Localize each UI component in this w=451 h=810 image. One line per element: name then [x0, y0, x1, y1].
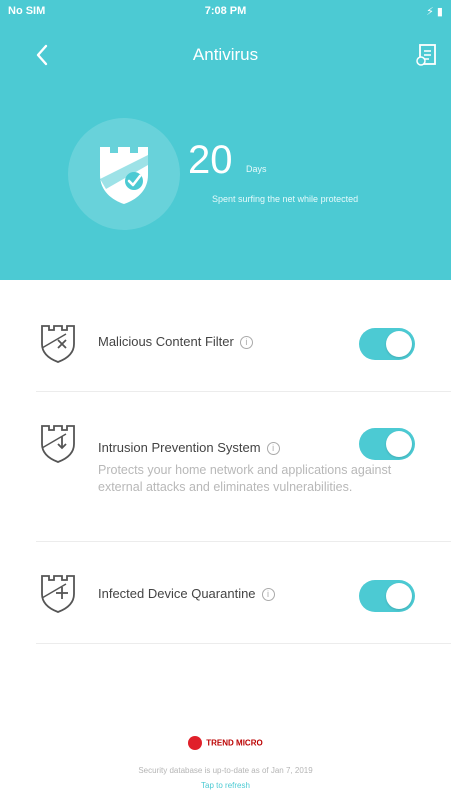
feature-label: Intrusion Prevention System: [98, 440, 261, 455]
feature-label: Malicious Content Filter: [98, 334, 234, 349]
protected-days-description: Spent surfing the net while protected: [212, 194, 359, 204]
protected-days-unit: Days: [246, 164, 267, 174]
feature-intrusion-prevention-system: Intrusion Prevention System i Protects yo…: [36, 420, 451, 530]
feature-malicious-content-filter: Malicious Content Filter i: [36, 318, 451, 368]
feature-label: Infected Device Quarantine: [98, 586, 256, 601]
divider: [36, 541, 451, 542]
toggle-intrusion-prevention-system[interactable]: [359, 428, 415, 460]
toggle-knob: [386, 331, 412, 357]
brand-name: TREND MICRO: [206, 738, 263, 748]
clock-label: 7:08 PM: [204, 5, 247, 17]
feature-infected-device-quarantine: Infected Device Quarantine i: [36, 570, 451, 620]
feature-label-row: Intrusion Prevention System i: [98, 440, 280, 456]
feature-label-row: Infected Device Quarantine i: [98, 586, 275, 602]
divider: [36, 391, 451, 392]
history-button[interactable]: [413, 40, 441, 70]
refresh-link[interactable]: Tap to refresh: [0, 781, 451, 790]
battery-icon: ⚡ ▮: [426, 6, 443, 18]
info-icon[interactable]: i: [239, 336, 253, 350]
shield-x-icon: [41, 325, 75, 363]
status-bar: No SIM 7:08 PM ⚡ ▮: [0, 0, 451, 22]
feature-label-row: Malicious Content Filter i: [98, 334, 253, 350]
toggle-infected-device-quarantine[interactable]: [359, 580, 415, 612]
trend-micro-logo-icon: [188, 736, 203, 750]
toggle-knob: [386, 583, 412, 609]
page-title: Antivirus: [192, 45, 259, 64]
shield-plus-icon: [41, 575, 75, 613]
toggle-knob: [386, 431, 412, 457]
brand-logo: TREND MICRO: [0, 736, 451, 750]
nav-bar: Antivirus: [0, 38, 451, 72]
antivirus-header: No SIM 7:08 PM ⚡ ▮ Antivirus 20 Days Spe…: [0, 0, 451, 280]
protection-badge: [68, 118, 180, 230]
feature-description: Protects your home network and applicati…: [98, 463, 392, 494]
history-icon: [416, 44, 436, 66]
shield-check-icon: [100, 147, 148, 204]
database-status: Security database is up-to-date as of Ja…: [138, 766, 313, 775]
divider: [36, 643, 451, 644]
toggle-malicious-content-filter[interactable]: [359, 328, 415, 360]
protected-days-count: 20: [188, 138, 233, 182]
info-icon[interactable]: i: [261, 588, 275, 602]
info-icon[interactable]: i: [266, 442, 280, 456]
shield-arrow-icon: [41, 425, 75, 463]
